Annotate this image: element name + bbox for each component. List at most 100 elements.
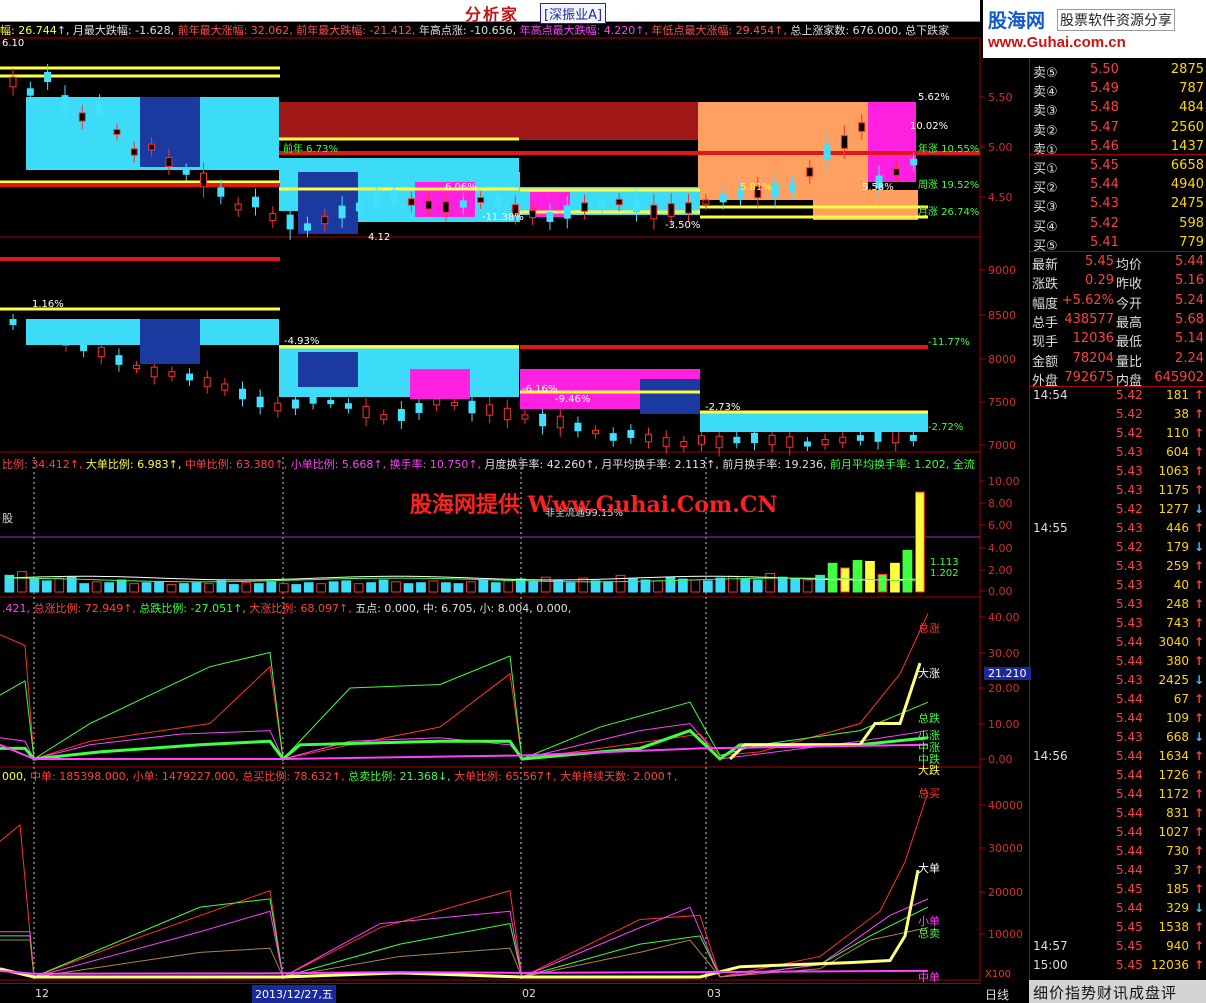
price-zone <box>279 102 698 140</box>
ask-row[interactable]: 卖⑤ 5.50 2875 <box>1030 60 1206 81</box>
quote-volume: 4940 <box>1170 177 1204 193</box>
quote-price: 5.47 <box>1090 119 1119 135</box>
period-label[interactable]: 日线 <box>985 986 1009 1003</box>
tick-volume: 37 <box>1173 863 1189 877</box>
tick-row[interactable]: 5.43 1063 ↑ <box>1030 461 1206 480</box>
turnover-bar <box>540 576 551 593</box>
x-tick-label: 03 <box>707 987 721 1000</box>
quote-label: 卖② <box>1033 123 1058 139</box>
turnover-bar <box>204 583 214 593</box>
bid-row[interactable]: 买① 5.45 6658 <box>1030 156 1206 177</box>
turnover-bar <box>166 584 177 593</box>
tick-row[interactable]: 5.42 38 ↑ <box>1030 404 1206 423</box>
tick-price: 5.45 <box>1116 939 1143 953</box>
tick-row[interactable]: 14:55 5.43 446 ↑ <box>1030 518 1206 537</box>
candle-body <box>858 122 866 132</box>
tick-row[interactable]: 5.44 831 ↑ <box>1030 803 1206 822</box>
tick-row[interactable]: 15:00 5.45 12036 ↑ <box>1030 955 1206 974</box>
tick-price: 5.42 <box>1116 407 1143 421</box>
index-zone <box>298 352 358 387</box>
tick-row[interactable]: 5.44 1027 ↑ <box>1030 822 1206 841</box>
arrow-down-icon: ↓ <box>1193 730 1204 744</box>
candle-body <box>130 148 138 156</box>
price-annotation: 年涨 10.55% <box>918 142 979 155</box>
tick-row[interactable]: 5.43 40 ↑ <box>1030 575 1206 594</box>
tick-volume: 668 <box>1166 730 1189 744</box>
index-zone <box>140 319 200 364</box>
turnover-bar <box>653 580 663 593</box>
tick-price: 5.45 <box>1116 958 1143 972</box>
y-tick-label: 10.00 <box>988 718 1020 731</box>
candle-body <box>856 435 864 441</box>
tick-row[interactable]: 5.44 37 ↑ <box>1030 860 1206 879</box>
y-tick-label: 30.00 <box>988 647 1020 660</box>
index-annotation: -11.77% <box>928 337 970 348</box>
index-annotation: -9.46% <box>555 394 590 405</box>
tick-row[interactable]: 5.43 1175 ↑ <box>1030 480 1206 499</box>
candle-body <box>592 429 600 435</box>
tick-row[interactable]: 14:56 5.44 1634 ↑ <box>1030 746 1206 765</box>
turnover-bar <box>678 578 688 593</box>
quote-volume: 1437 <box>1170 138 1204 154</box>
tick-row[interactable]: 5.44 329 ↓ <box>1030 898 1206 917</box>
tick-row[interactable]: 5.43 668 ↓ <box>1030 727 1206 746</box>
tick-row[interactable]: 14:54 5.42 181 ↑ <box>1030 385 1206 404</box>
tick-row[interactable]: 5.44 1726 ↑ <box>1030 765 1206 784</box>
candle-body <box>556 415 564 429</box>
ratio-label: 总涨 <box>918 621 940 635</box>
tick-row[interactable]: 5.44 1172 ↑ <box>1030 784 1206 803</box>
tick-row[interactable]: 5.45 185 ↑ <box>1030 879 1206 898</box>
turnover-bar <box>403 583 414 593</box>
tick-row[interactable]: 5.44 67 ↑ <box>1030 689 1206 708</box>
turnover-bar <box>603 581 613 593</box>
candle-body <box>182 169 190 175</box>
quote-label: 买④ <box>1033 219 1058 235</box>
candle-body <box>806 167 814 177</box>
tick-row[interactable]: 5.45 1538 ↑ <box>1030 917 1206 936</box>
y-tick-label: 9000 <box>988 264 1016 277</box>
candle-body <box>355 202 363 212</box>
candle-body <box>291 399 299 409</box>
tick-row[interactable]: 5.43 743 ↑ <box>1030 613 1206 632</box>
candle-body <box>26 88 34 96</box>
tick-row[interactable]: 5.44 730 ↑ <box>1030 841 1206 860</box>
quote-label: 买① <box>1033 162 1058 177</box>
turnover-info-segment: 中单比例: 63.380↑, <box>184 458 291 471</box>
tick-row[interactable]: 5.42 179 ↓ <box>1030 537 1206 556</box>
tick-row[interactable]: 5.43 604 ↑ <box>1030 442 1206 461</box>
arrow-down-icon: ↓ <box>1193 540 1204 554</box>
turnover-bar <box>715 577 726 593</box>
tick-row[interactable]: 5.43 248 ↑ <box>1030 594 1206 613</box>
divider <box>1030 154 1206 155</box>
tick-row[interactable]: 5.42 1277 ↓ <box>1030 499 1206 518</box>
turnover-info-segment: 大单比例: 6.983↑, <box>85 458 185 471</box>
bid-row[interactable]: 买④ 5.42 598 <box>1030 214 1206 235</box>
tick-price: 5.44 <box>1116 768 1143 782</box>
tick-row[interactable]: 5.43 2425 ↓ <box>1030 670 1206 689</box>
ask-row[interactable]: 卖③ 5.48 484 <box>1030 98 1206 119</box>
watermark-text: 股海网提供 Www.Guhai.Com.CN <box>410 492 778 518</box>
ask-row[interactable]: 卖② 5.47 2560 <box>1030 118 1206 139</box>
tick-row[interactable]: 5.43 259 ↑ <box>1030 556 1206 575</box>
x-tick-label: 02 <box>522 987 536 1000</box>
arrow-up-icon: ↑ <box>1193 559 1204 573</box>
tick-row[interactable]: 5.44 3040 ↑ <box>1030 632 1206 651</box>
tick-row[interactable]: 5.44 109 ↑ <box>1030 708 1206 727</box>
bid-row[interactable]: 买⑤ 5.41 779 <box>1030 233 1206 254</box>
tick-row[interactable]: 5.44 380 ↑ <box>1030 651 1206 670</box>
market-tab[interactable]: [深振业A] <box>540 3 607 24</box>
tick-row[interactable]: 14:57 5.45 940 ↑ <box>1030 936 1206 955</box>
arrow-up-icon: ↑ <box>1193 654 1204 668</box>
candle-body <box>168 371 176 377</box>
tick-price: 5.42 <box>1116 388 1143 402</box>
bottom-tabs[interactable]: 细价指势财讯成盘评 <box>1029 980 1206 1003</box>
bid-row[interactable]: 买② 5.44 4940 <box>1030 175 1206 196</box>
ask-row[interactable]: 卖① 5.46 1437 <box>1030 137 1206 158</box>
ask-row[interactable]: 卖④ 5.49 787 <box>1030 79 1206 100</box>
stat-label: 量比 <box>1116 354 1143 370</box>
candle-body <box>450 401 458 407</box>
bid-row[interactable]: 买③ 5.43 2475 <box>1030 194 1206 215</box>
tick-volume: 329 <box>1166 901 1189 915</box>
date-axis: 2013/12/27,五 12 02 03 <box>0 983 980 1003</box>
tick-row[interactable]: 5.42 110 ↑ <box>1030 423 1206 442</box>
